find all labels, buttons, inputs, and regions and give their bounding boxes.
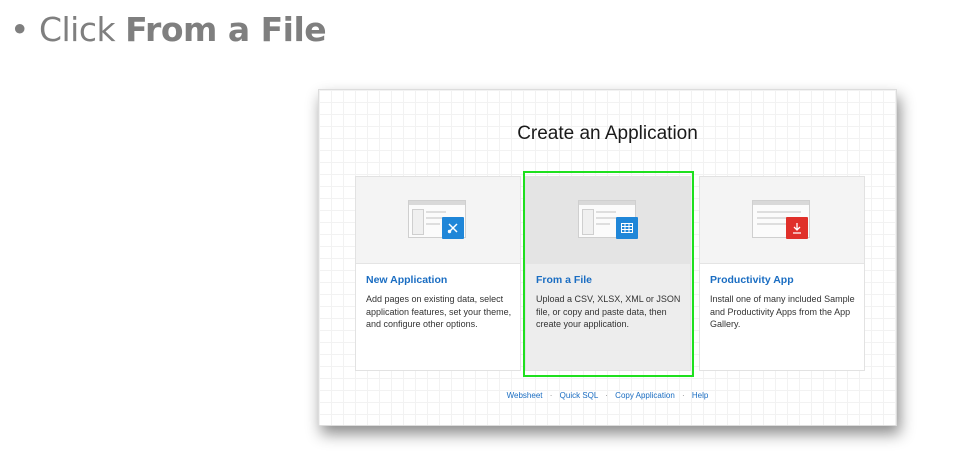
- card-description: Add pages on existing data, select appli…: [366, 294, 512, 329]
- link-copy-application[interactable]: Copy Application: [615, 391, 675, 400]
- link-quick-sql[interactable]: Quick SQL: [560, 391, 598, 400]
- card-thumbnail: [356, 177, 520, 264]
- card-description: Install one of many included Sample and …: [710, 294, 855, 329]
- link-help[interactable]: Help: [692, 391, 708, 400]
- tools-icon: [442, 217, 464, 239]
- instruction-target: From a File: [125, 10, 327, 49]
- footer-separator: ·: [605, 391, 608, 400]
- link-websheet[interactable]: Websheet: [507, 391, 543, 400]
- card-productivity-app[interactable]: Productivity App Install one of many inc…: [699, 176, 865, 371]
- instruction-text: • Click From a File: [10, 8, 327, 52]
- bullet: •: [10, 10, 29, 49]
- instruction-prefix: Click: [38, 10, 116, 49]
- footer-separator: ·: [549, 391, 553, 400]
- footer-links: Websheet · Quick SQL · Copy Application …: [319, 391, 896, 400]
- footer-separator: ·: [682, 391, 685, 400]
- card-thumbnail: [700, 177, 864, 264]
- card-title[interactable]: Productivity App: [710, 274, 794, 286]
- create-application-screen: Create an Application New Application Ad…: [318, 89, 897, 426]
- card-new-application[interactable]: New Application Add pages on existing da…: [355, 176, 521, 371]
- download-icon: [786, 217, 808, 239]
- card-title[interactable]: New Application: [366, 274, 447, 286]
- page-title: Create an Application: [517, 123, 698, 144]
- highlight-box: [523, 171, 694, 377]
